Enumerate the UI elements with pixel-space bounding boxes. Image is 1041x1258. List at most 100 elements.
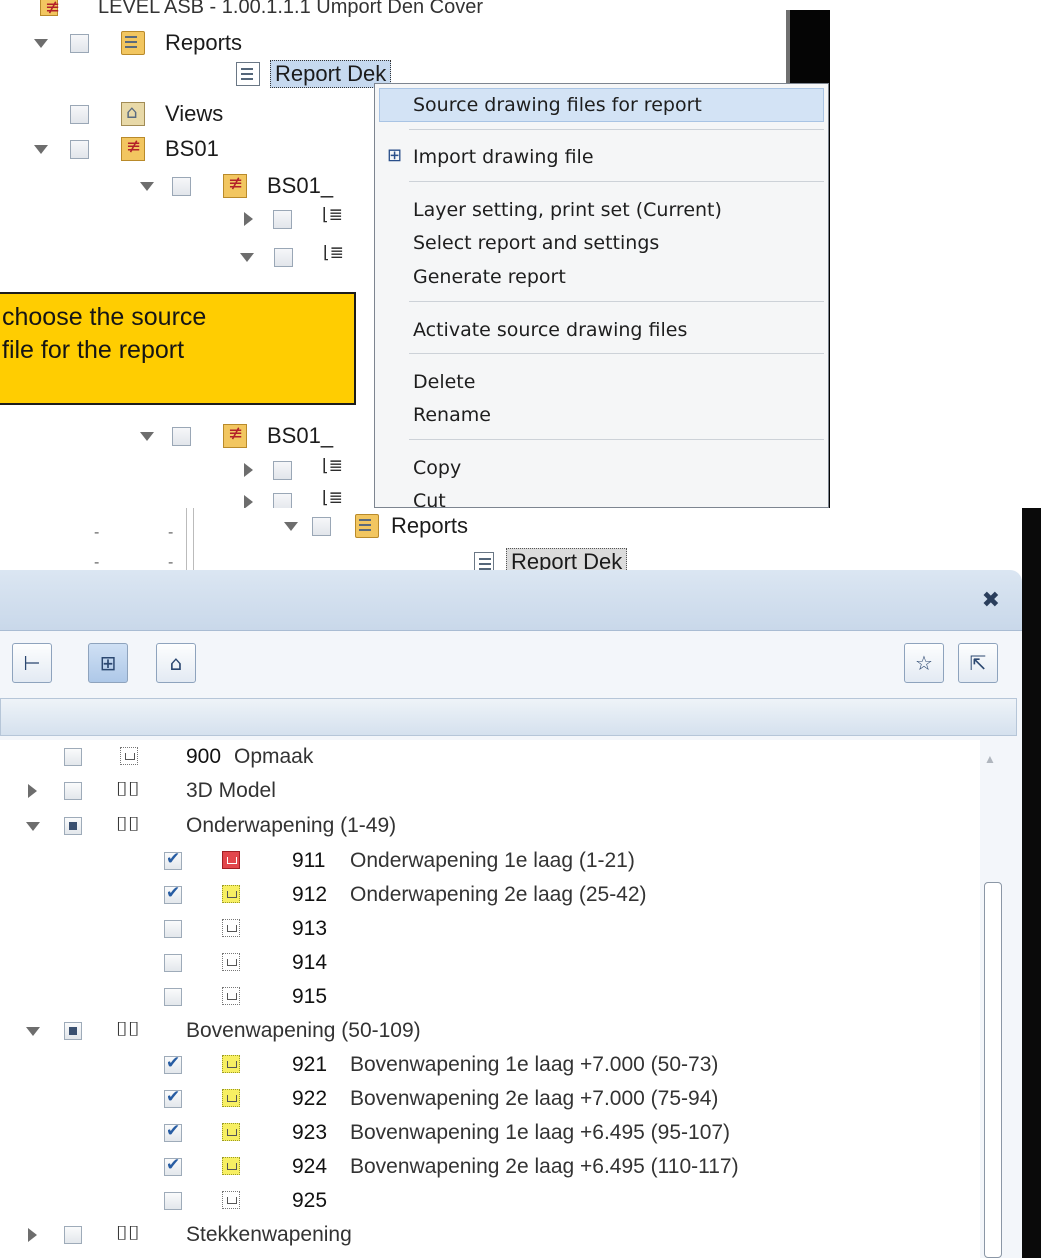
group-row[interactable]: ⌷⌷ Bovenwapening (50-109) bbox=[0, 1014, 980, 1048]
layer-checkbox[interactable] bbox=[164, 1053, 182, 1074]
node-checkbox[interactable] bbox=[273, 460, 292, 480]
menu-separator bbox=[409, 439, 824, 440]
instruction-callout: choose the source file for the report bbox=[0, 292, 356, 405]
layer-checkbox[interactable] bbox=[164, 1192, 182, 1210]
group-checkbox[interactable] bbox=[64, 1022, 82, 1040]
layer-row[interactable]: 912 Onderwapening 2e laag (25-42) bbox=[0, 878, 980, 912]
expand-arrow-icon[interactable] bbox=[34, 38, 48, 48]
node-checkbox[interactable] bbox=[70, 139, 89, 159]
menu-item-select-report[interactable]: Select report and settings bbox=[413, 229, 659, 257]
menu-item-generate-report[interactable]: Generate report bbox=[413, 263, 566, 291]
menu-item-delete[interactable]: Delete bbox=[413, 368, 475, 396]
tree-node-views[interactable]: Views bbox=[70, 99, 223, 129]
tree-node-layer[interactable] bbox=[244, 487, 346, 508]
layer-row[interactable]: 913 bbox=[0, 912, 980, 946]
layer-row[interactable]: 921 Bovenwapening 1e laag +7.000 (50-73) bbox=[0, 1048, 980, 1082]
collapse-arrow-icon[interactable] bbox=[28, 784, 37, 798]
group-checkbox[interactable] bbox=[64, 782, 82, 800]
node-checkbox[interactable] bbox=[70, 104, 89, 124]
export-icon: ⇱ bbox=[969, 651, 987, 675]
tree-node-layer[interactable] bbox=[244, 455, 346, 485]
expand-arrow-icon[interactable] bbox=[26, 1027, 40, 1036]
collapse-arrow-icon[interactable] bbox=[28, 1228, 37, 1242]
layer-checkbox[interactable] bbox=[164, 954, 182, 972]
group-name: Bovenwapening (50-109) bbox=[186, 1019, 421, 1042]
cut-header-text: LEVEL ASB - 1.00.1.1.1 Umport Den Cover bbox=[40, 0, 483, 22]
layer-number: 913 bbox=[292, 917, 328, 940]
node-checkbox[interactable] bbox=[172, 426, 191, 446]
node-checkbox[interactable] bbox=[172, 176, 191, 196]
layer-checkbox[interactable] bbox=[64, 748, 82, 766]
menu-item-source-drawing-files[interactable]: Source drawing files for report bbox=[413, 91, 702, 119]
node-checkbox[interactable] bbox=[273, 492, 292, 508]
layer-row[interactable]: 923 Bovenwapening 1e laag +6.495 (95-107… bbox=[0, 1116, 980, 1150]
favorite-folder-button[interactable]: ☆ bbox=[904, 643, 944, 683]
layer-row[interactable]: 914 bbox=[0, 946, 980, 980]
group-row[interactable]: ⌷⌷ Onderwapening (1-49) bbox=[0, 809, 980, 843]
collapse-arrow-icon[interactable] bbox=[244, 212, 253, 226]
layer-checkbox[interactable] bbox=[164, 849, 182, 870]
collapse-arrow-icon[interactable] bbox=[244, 495, 253, 508]
group-checkbox[interactable] bbox=[64, 817, 82, 835]
group-icon: ⌷⌷ bbox=[116, 812, 140, 836]
layer-name: Bovenwapening 2e laag +6.495 (110-117) bbox=[350, 1155, 739, 1178]
layer-checkbox[interactable] bbox=[164, 920, 182, 938]
tree-node-reports-2[interactable]: Reports bbox=[284, 511, 468, 541]
layer-checkbox[interactable] bbox=[164, 988, 182, 1006]
close-icon[interactable]: ✖ bbox=[982, 588, 1000, 613]
group-checkbox[interactable] bbox=[64, 1226, 82, 1244]
layer-row[interactable]: 915 bbox=[0, 980, 980, 1014]
layer-row[interactable]: 925 bbox=[0, 1184, 980, 1218]
node-checkbox[interactable] bbox=[312, 516, 331, 536]
menu-item-layer-setting[interactable]: Layer setting, print set (Current) bbox=[413, 196, 722, 224]
tree-node-bs01-child[interactable]: BS01_ bbox=[140, 421, 333, 451]
structure-folder-icon bbox=[223, 423, 247, 448]
group-name: 3D Model bbox=[186, 779, 276, 802]
layer-row[interactable]: 924 Bovenwapening 2e laag +6.495 (110-11… bbox=[0, 1150, 980, 1184]
views-icon bbox=[121, 102, 145, 126]
tree-node-bs01[interactable]: BS01 bbox=[34, 134, 219, 164]
layer-name: Bovenwapening 2e laag +7.000 (75-94) bbox=[350, 1087, 719, 1110]
menu-item-cut[interactable]: Cut bbox=[413, 487, 446, 507]
layer-checkbox[interactable] bbox=[164, 1087, 182, 1108]
scrollbar-thumb[interactable] bbox=[984, 882, 1002, 1258]
node-checkbox[interactable] bbox=[70, 33, 89, 53]
menu-item-rename[interactable]: Rename bbox=[413, 401, 491, 429]
layer-row[interactable]: 900 Opmaak bbox=[0, 740, 980, 774]
tree-node-layer[interactable] bbox=[240, 242, 347, 272]
layer-checkbox[interactable] bbox=[164, 1155, 182, 1176]
tree-structure-button[interactable]: ⊢ bbox=[12, 643, 52, 683]
collapse-arrow-icon[interactable] bbox=[244, 463, 253, 477]
group-name: Stekkenwapening bbox=[186, 1223, 352, 1246]
derived-structure-icon: ⊞ bbox=[99, 651, 117, 675]
menu-separator bbox=[409, 301, 824, 302]
layer-icon bbox=[222, 1055, 240, 1073]
layer-row[interactable]: 911 Onderwapening 1e laag (1-21) bbox=[0, 844, 980, 878]
expand-arrow-icon[interactable] bbox=[240, 252, 254, 262]
layer-checkbox[interactable] bbox=[164, 883, 182, 904]
tree-node-layer[interactable] bbox=[244, 204, 346, 234]
group-row[interactable]: ⌷⌷ 3D Model bbox=[0, 774, 980, 808]
node-checkbox[interactable] bbox=[274, 247, 293, 267]
expand-arrow-icon[interactable] bbox=[140, 181, 154, 191]
expand-arrow-icon[interactable] bbox=[284, 521, 298, 531]
tree-node-report-dek[interactable]: Report Dek bbox=[236, 59, 392, 89]
layer-checkbox[interactable] bbox=[164, 1121, 182, 1142]
tree-node-bs01-child[interactable]: BS01_ bbox=[140, 171, 333, 201]
layer-number: 925 bbox=[292, 1189, 328, 1212]
expand-arrow-icon[interactable] bbox=[26, 822, 40, 831]
menu-item-copy[interactable]: Copy bbox=[413, 454, 461, 482]
menu-item-import-drawing-file[interactable]: Import drawing file bbox=[413, 143, 594, 171]
expand-arrow-icon[interactable] bbox=[140, 431, 154, 441]
tree-node-reports[interactable]: Reports bbox=[34, 28, 242, 58]
expand-arrow-icon[interactable] bbox=[34, 144, 48, 154]
derived-structure-button[interactable]: ⊞ bbox=[88, 643, 128, 683]
house-structure-button[interactable]: ⌂ bbox=[156, 643, 196, 683]
scroll-up-icon[interactable]: ▲ bbox=[984, 752, 996, 766]
group-row[interactable]: ⌷⌷ Stekkenwapening bbox=[0, 1218, 980, 1252]
node-checkbox[interactable] bbox=[273, 209, 292, 229]
layer-row[interactable]: 922 Bovenwapening 2e laag +7.000 (75-94) bbox=[0, 1082, 980, 1116]
menu-item-activate-source[interactable]: Activate source drawing files bbox=[413, 316, 687, 344]
layer-icon bbox=[222, 987, 240, 1005]
export-button[interactable]: ⇱ bbox=[958, 643, 998, 683]
